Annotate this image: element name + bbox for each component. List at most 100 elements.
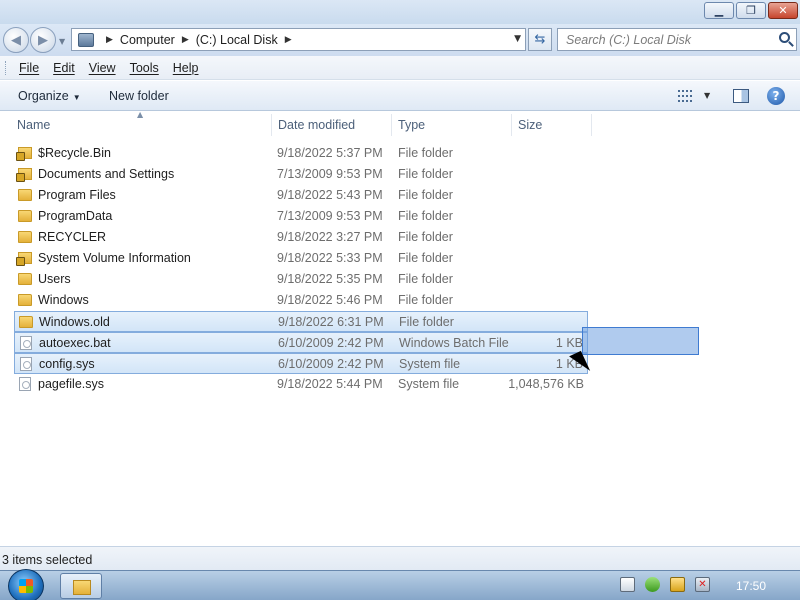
folder-icon — [18, 189, 32, 201]
maximize-button[interactable]: ❐ — [736, 2, 766, 19]
refresh-button[interactable]: ⇆ — [528, 28, 552, 51]
action-center-flag-icon[interactable] — [645, 577, 660, 592]
breadcrumb-separator-icon[interactable]: ▶ — [106, 35, 113, 45]
file-row[interactable]: Users 9/18/2022 5:35 PM File folder — [14, 269, 588, 290]
file-date: 9/18/2022 5:43 PM — [277, 188, 383, 202]
file-name: RECYCLER — [38, 230, 107, 244]
file-type: File folder — [398, 146, 453, 160]
change-view-icon[interactable] — [678, 90, 692, 102]
file-date: 6/10/2009 2:42 PM — [278, 357, 384, 371]
file-type: System file — [398, 377, 460, 391]
file-row-selected[interactable]: autoexec.bat 6/10/2009 2:42 PM Windows B… — [14, 332, 588, 353]
chevron-down-icon: ▼ — [72, 93, 81, 102]
file-type: File folder — [398, 230, 453, 244]
file-type: File folder — [399, 315, 454, 329]
folder-icon — [18, 273, 32, 285]
locked-folder-icon — [16, 252, 32, 266]
file-name: Windows.old — [39, 315, 110, 329]
menu-grip — [5, 61, 8, 75]
column-header-name[interactable]: Name — [17, 118, 50, 132]
column-divider[interactable] — [271, 114, 272, 136]
search-icon[interactable] — [779, 32, 790, 43]
file-row-selected[interactable]: Windows.old 9/18/2022 6:31 PM File folde… — [14, 311, 588, 332]
column-header-type[interactable]: Type — [398, 118, 425, 132]
file-date: 9/18/2022 5:33 PM — [277, 251, 383, 265]
organize-label: Organize — [18, 89, 69, 103]
locked-folder-icon — [16, 147, 32, 161]
recent-pages-dropdown[interactable]: ▼ — [59, 37, 65, 46]
close-button[interactable]: ✕ — [768, 2, 798, 19]
preview-pane-icon[interactable] — [733, 89, 749, 103]
file-row[interactable]: System Volume Information 9/18/2022 5:33… — [14, 248, 588, 269]
network-icon[interactable] — [670, 577, 685, 592]
file-row[interactable]: pagefile.sys 9/18/2022 5:44 PM System fi… — [14, 374, 588, 395]
column-divider[interactable] — [511, 114, 512, 136]
view-options-dropdown[interactable]: ▼ — [704, 91, 710, 100]
clock[interactable]: 17:50 — [736, 579, 766, 593]
search-input[interactable]: Search (C:) Local Disk — [557, 28, 797, 51]
status-bar: 3 items selected — [0, 546, 800, 570]
column-header-row: ▲ Name Date modified Type Size — [0, 110, 800, 137]
document-icon[interactable] — [620, 577, 635, 592]
menu-help[interactable]: Help — [173, 61, 199, 75]
menu-edit[interactable]: Edit — [53, 61, 75, 75]
file-date: 7/13/2009 9:53 PM — [277, 209, 383, 223]
file-date: 6/10/2009 2:42 PM — [278, 336, 384, 350]
file-type: File folder — [398, 272, 453, 286]
breadcrumb-separator-icon[interactable]: ▶ — [182, 35, 189, 45]
folder-icon — [18, 294, 32, 306]
file-row[interactable]: RECYCLER 9/18/2022 3:27 PM File folder — [14, 227, 588, 248]
file-date: 9/18/2022 5:37 PM — [277, 146, 383, 160]
column-divider[interactable] — [391, 114, 392, 136]
folder-icon — [18, 231, 32, 243]
file-name: Documents and Settings — [38, 167, 175, 181]
menu-tools[interactable]: Tools — [130, 61, 159, 75]
sort-ascending-icon: ▲ — [137, 110, 144, 119]
taskbar-explorer-button[interactable] — [60, 573, 102, 599]
file-row[interactable]: ProgramData 7/13/2009 9:53 PM File folde… — [14, 206, 588, 227]
file-type: File folder — [398, 188, 453, 202]
column-header-date[interactable]: Date modified — [278, 118, 355, 132]
file-type: File folder — [398, 167, 453, 181]
file-row[interactable]: Program Files 9/18/2022 5:43 PM File fol… — [14, 185, 588, 206]
taskbar: ✕ 17:50 — [0, 569, 800, 600]
volume-muted-icon[interactable]: ✕ — [695, 577, 710, 592]
file-row-selected[interactable]: config.sys 6/10/2009 2:42 PM System file… — [14, 353, 588, 374]
address-history-dropdown[interactable]: ▼ — [514, 34, 521, 44]
file-size: 1,048,576 KB — [508, 377, 584, 391]
file-name: autoexec.bat — [39, 336, 111, 350]
file-type: Windows Batch File — [399, 336, 509, 350]
help-icon[interactable]: ? — [767, 87, 785, 105]
file-row[interactable]: Documents and Settings 7/13/2009 9:53 PM… — [14, 164, 588, 185]
computer-icon — [78, 32, 94, 47]
search-placeholder: Search (C:) Local Disk — [566, 33, 692, 47]
column-header-size[interactable]: Size — [518, 118, 542, 132]
file-date: 9/18/2022 5:46 PM — [277, 293, 383, 307]
back-button[interactable]: ◀ — [3, 27, 29, 53]
forward-button[interactable]: ▶ — [30, 27, 56, 53]
new-folder-button[interactable]: New folder — [109, 89, 169, 103]
breadcrumb-separator-icon[interactable]: ▶ — [285, 35, 292, 45]
system-tray: ✕ — [620, 577, 710, 592]
address-bar[interactable]: ▶ Computer ▶ (C:) Local Disk ▶ ▼ — [71, 28, 526, 51]
system-file-icon — [20, 357, 32, 371]
minimize-button[interactable]: ▁ — [704, 2, 734, 19]
start-button[interactable] — [8, 569, 44, 600]
file-row[interactable]: $Recycle.Bin 9/18/2022 5:37 PM File fold… — [14, 143, 588, 164]
menu-file[interactable]: File — [19, 61, 39, 75]
column-divider[interactable] — [591, 114, 592, 136]
file-type: File folder — [398, 209, 453, 223]
file-name: config.sys — [39, 357, 95, 371]
organize-button[interactable]: Organize ▼ — [18, 89, 81, 103]
batch-file-icon — [20, 336, 32, 350]
breadcrumb-local-disk[interactable]: (C:) Local Disk — [196, 33, 278, 47]
file-date: 7/13/2009 9:53 PM — [277, 167, 383, 181]
arrow-left-icon: ◀ — [11, 32, 21, 48]
breadcrumb-computer[interactable]: Computer — [120, 33, 175, 47]
menu-view[interactable]: View — [89, 61, 116, 75]
file-date: 9/18/2022 6:31 PM — [278, 315, 384, 329]
menu-bar: File Edit View Tools Help — [0, 56, 800, 80]
file-type: File folder — [398, 293, 453, 307]
file-row[interactable]: Windows 9/18/2022 5:46 PM File folder — [14, 290, 588, 311]
selection-status: 3 items selected — [2, 553, 93, 567]
